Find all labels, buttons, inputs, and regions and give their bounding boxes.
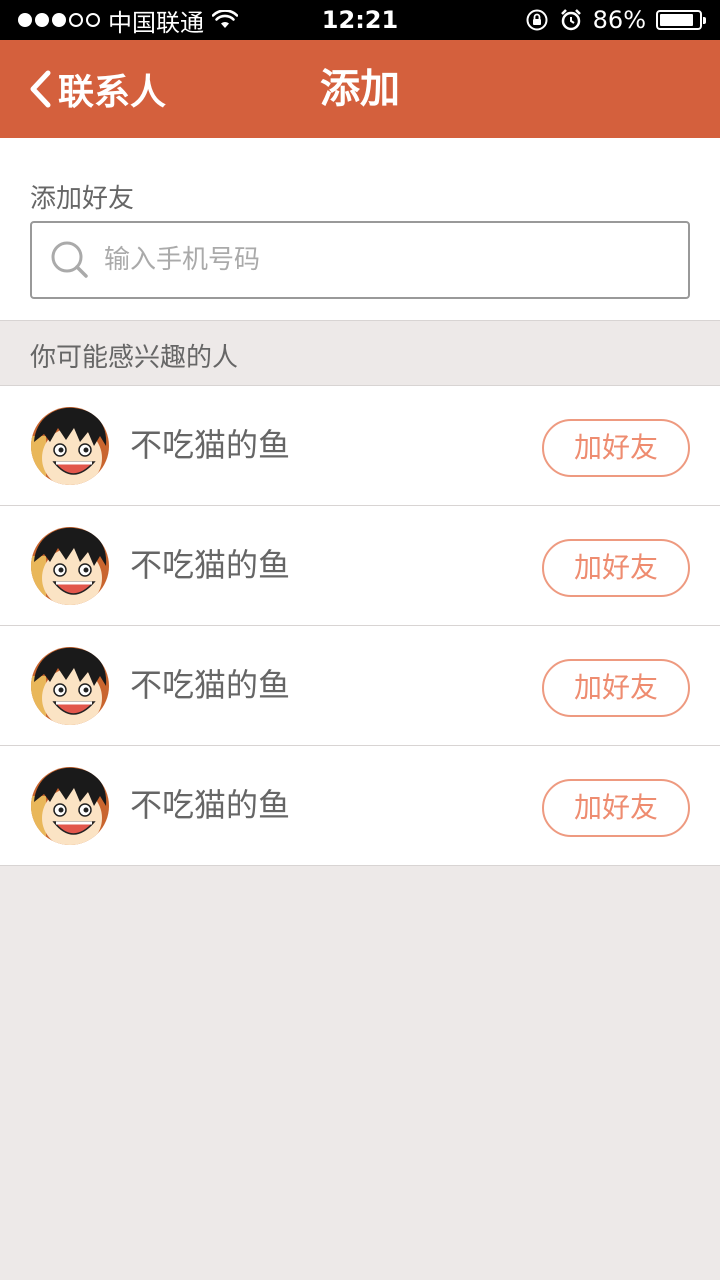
chevron-left-icon [30, 70, 51, 108]
contact-name: 不吃猫的鱼 [130, 786, 291, 824]
status-right: 86% [525, 0, 706, 40]
suggestion-list: 不吃猫的鱼 加好友 不吃猫的鱼 加好友 不吃猫的鱼 加好友 不吃猫的鱼 加好友 [0, 386, 720, 866]
battery-icon [656, 10, 706, 30]
suggestions-title: 你可能感兴趣的人 [30, 343, 239, 373]
contact-name: 不吃猫的鱼 [130, 666, 291, 704]
add-friend-label: 添加好友 [30, 184, 135, 214]
list-item[interactable]: 不吃猫的鱼 加好友 [0, 746, 720, 866]
avatar [31, 647, 109, 725]
phone-search-input[interactable] [102, 244, 646, 276]
add-friend-section: 添加好友 [0, 138, 720, 320]
add-friend-button[interactable]: 加好友 [542, 779, 690, 837]
contact-name: 不吃猫的鱼 [130, 426, 291, 464]
add-friend-button[interactable]: 加好友 [542, 419, 690, 477]
add-friend-button[interactable]: 加好友 [542, 539, 690, 597]
back-button[interactable]: 联系人 [28, 40, 166, 138]
search-box[interactable] [30, 221, 690, 299]
battery-tip [703, 17, 706, 24]
avatar [31, 527, 109, 605]
suggestions-header: 你可能感兴趣的人 [0, 320, 720, 386]
nav-bar: 联系人 添加 [0, 40, 720, 138]
list-item[interactable]: 不吃猫的鱼 加好友 [0, 626, 720, 746]
rotation-lock-icon [526, 9, 548, 31]
alarm-icon [560, 9, 581, 31]
battery-percent: 86% [592, 6, 646, 34]
avatar [31, 407, 109, 485]
search-icon [51, 241, 88, 278]
avatar [31, 767, 109, 845]
contact-name: 不吃猫的鱼 [130, 546, 291, 584]
list-item[interactable]: 不吃猫的鱼 加好友 [0, 506, 720, 626]
status-bar: 中国联通 12:21 86% [0, 0, 720, 40]
list-item[interactable]: 不吃猫的鱼 加好友 [0, 386, 720, 506]
battery-level [660, 14, 693, 26]
add-friend-button[interactable]: 加好友 [542, 659, 690, 717]
back-label: 联系人 [58, 72, 167, 113]
